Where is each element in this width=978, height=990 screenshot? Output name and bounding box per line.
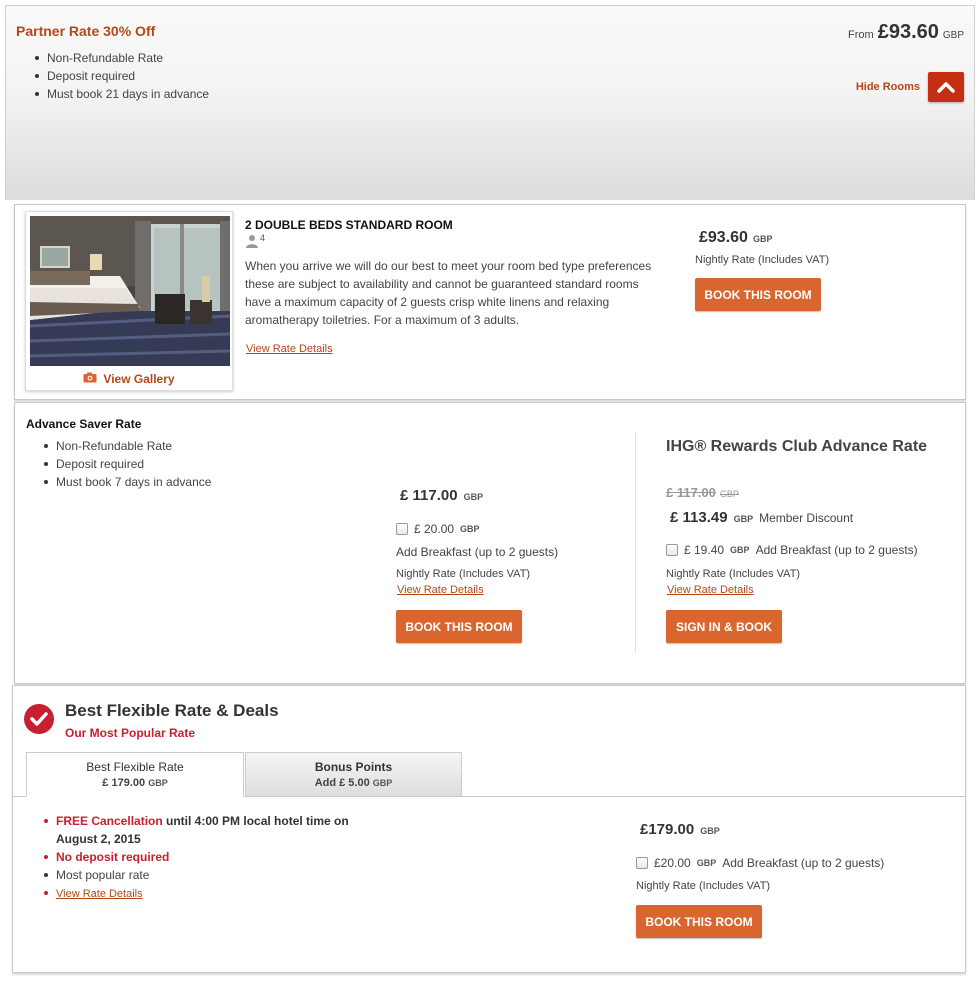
max-guests: 4	[245, 233, 266, 251]
breakfast-price: £ 19.40	[684, 543, 725, 557]
breakfast-price: £20.00	[654, 856, 691, 870]
divider	[635, 433, 636, 653]
breakfast-price: £ 20.00	[414, 522, 455, 536]
room-photo[interactable]	[30, 216, 230, 366]
list-item: Non-Refundable Rate	[33, 49, 209, 67]
currency-code: GBP	[696, 858, 717, 868]
advance-saver-title: Advance Saver Rate	[26, 417, 142, 431]
cancellation-detail: until 4:00 PM local hotel time on	[162, 814, 349, 828]
list-item: Most popular rate	[42, 866, 372, 884]
best-flexible-subtitle: Our Most Popular Rate	[65, 726, 196, 740]
tab-price: £ 179.00 GBP	[102, 777, 167, 789]
room-title: 2 DOUBLE BEDS STANDARD ROOM	[245, 218, 453, 232]
ihg-rate-title: IHG® Rewards Club Advance Rate	[666, 438, 928, 455]
list-item: Must book 21 days in advance	[33, 85, 209, 103]
list-item: Non-Refundable Rate	[42, 437, 211, 455]
breakfast-checkbox[interactable]	[666, 544, 678, 556]
nightly-rate-note: Nightly Rate (Includes VAT)	[636, 880, 771, 892]
person-icon	[245, 234, 259, 251]
tab-bonus-points[interactable]: Bonus Points Add £ 5.00 GBP	[245, 752, 462, 797]
hide-rooms-button[interactable]: Hide Rooms	[856, 72, 964, 102]
free-cancellation-text: FREE Cancellation	[56, 814, 163, 828]
book-this-room-button[interactable]: BOOK THIS ROOM	[636, 905, 762, 938]
best-flexible-bullets: FREE Cancellation until 4:00 PM local ho…	[42, 812, 372, 903]
old-price-amount: £ 117.00	[666, 485, 716, 500]
advance-saver-price: £ 117.00 GBP	[400, 487, 483, 504]
checkmark-icon	[24, 704, 54, 734]
no-deposit-text: No deposit required	[56, 850, 170, 864]
partner-rate-title: Partner Rate 30% Off	[16, 23, 156, 39]
breakfast-checkbox[interactable]	[636, 857, 648, 869]
price-amount: £93.60	[877, 21, 939, 43]
currency-code: GBP	[463, 492, 484, 502]
price-amount: £ 117.00	[400, 487, 458, 504]
currency-code: GBP	[700, 826, 720, 836]
ihg-breakfast-option: £ 19.40 GBP Add Breakfast (up to 2 guest…	[666, 543, 918, 557]
breakfast-label: Add Breakfast (up to 2 guests)	[396, 545, 559, 559]
partner-from-price: From £93.60 GBP	[848, 21, 964, 44]
room-description: When you arrive we will do our best to m…	[245, 259, 652, 327]
view-rate-details-link[interactable]: View Rate Details	[246, 343, 333, 355]
sign-in-and-book-button[interactable]: SIGN IN & BOOK	[666, 610, 782, 643]
price-amount: Add £ 5.00	[314, 777, 370, 789]
advance-saver-bullets: Non-Refundable Rate Deposit required Mus…	[42, 437, 211, 491]
book-this-room-button[interactable]: BOOK THIS ROOM	[396, 610, 522, 643]
max-guests-count: 4	[260, 233, 266, 243]
breakfast-label: Add Breakfast (up to 2 guests)	[722, 856, 885, 870]
tab-label: Bonus Points	[314, 760, 393, 774]
currency-code: GBP	[460, 524, 480, 534]
breakfast-label: Add Breakfast (up to 2 guests)	[755, 543, 918, 557]
price-amount: £179.00	[640, 821, 695, 838]
currency-code: GBP	[733, 514, 754, 524]
room-price: £93.60 GBP	[699, 229, 772, 247]
nightly-rate-note: Nightly Rate (Includes VAT)	[396, 568, 531, 580]
view-gallery-link[interactable]: View Gallery	[26, 372, 232, 386]
view-rate-details-link[interactable]: View Rate Details	[56, 888, 143, 900]
ihg-price: £ 113.49 GBP Member Discount	[670, 509, 853, 526]
tab-best-flexible-rate[interactable]: Best Flexible Rate £ 179.00 GBP	[26, 752, 244, 797]
currency-code: GBP	[372, 778, 393, 788]
best-flexible-panel: Best Flexible Rate & Deals Our Most Popu…	[12, 685, 966, 973]
currency-code: GBP	[148, 778, 168, 788]
price-amount: £ 113.49	[670, 509, 728, 526]
breakfast-option: £20.00 GBP Add Breakfast (up to 2 guests…	[636, 856, 884, 870]
partner-rate-bullets: Non-Refundable Rate Deposit required Mus…	[33, 49, 209, 103]
currency-code: GBP	[719, 489, 739, 499]
list-item: No deposit required	[42, 848, 372, 866]
tab-price: Add £ 5.00 GBP	[315, 777, 393, 789]
tab-label: Best Flexible Rate	[86, 760, 184, 774]
list-item: Deposit required	[42, 455, 211, 473]
view-rate-details-link[interactable]: View Rate Details	[667, 584, 754, 596]
cancellation-date: August 2, 2015	[56, 832, 141, 846]
best-flexible-title: Best Flexible Rate & Deals	[65, 701, 279, 720]
advance-saver-panel: Advance Saver Rate Non-Refundable Rate D…	[14, 402, 966, 684]
hide-rooms-label: Hide Rooms	[855, 81, 920, 93]
best-flexible-price: £179.00 GBP	[640, 821, 720, 838]
ihg-old-price: £ 117.00 GBP	[666, 485, 739, 500]
currency-code: GBP	[730, 545, 750, 555]
breakfast-checkbox[interactable]	[396, 523, 408, 535]
currency-code: GBP	[752, 234, 773, 244]
partner-rate-panel: Partner Rate 30% Off Non-Refundable Rate…	[5, 5, 975, 200]
list-item: Must book 7 days in advance	[42, 473, 211, 491]
room-card: View Gallery 2 DOUBLE BEDS STANDARD ROOM…	[14, 204, 966, 400]
camera-icon	[83, 372, 97, 386]
view-rate-details-link[interactable]: View Rate Details	[397, 584, 484, 596]
chevron-up-icon[interactable]	[928, 72, 964, 102]
currency-code: GBP	[942, 30, 964, 41]
list-item: Deposit required	[33, 67, 209, 85]
price-amount: £ 179.00	[102, 777, 146, 789]
from-label: From	[848, 29, 874, 41]
nightly-rate-note: Nightly Rate (Includes VAT)	[695, 254, 830, 266]
book-this-room-button[interactable]: BOOK THIS ROOM	[695, 278, 821, 311]
nightly-rate-note: Nightly Rate (Includes VAT)	[666, 568, 801, 580]
member-discount-label: Member Discount	[759, 511, 854, 525]
room-photo-frame: View Gallery	[25, 211, 233, 391]
breakfast-option: £ 20.00 GBP	[396, 522, 480, 536]
view-gallery-label: View Gallery	[103, 372, 175, 386]
list-item: FREE Cancellation until 4:00 PM local ho…	[42, 812, 372, 848]
price-amount: £93.60	[699, 229, 748, 246]
list-item: View Rate Details	[42, 884, 372, 903]
